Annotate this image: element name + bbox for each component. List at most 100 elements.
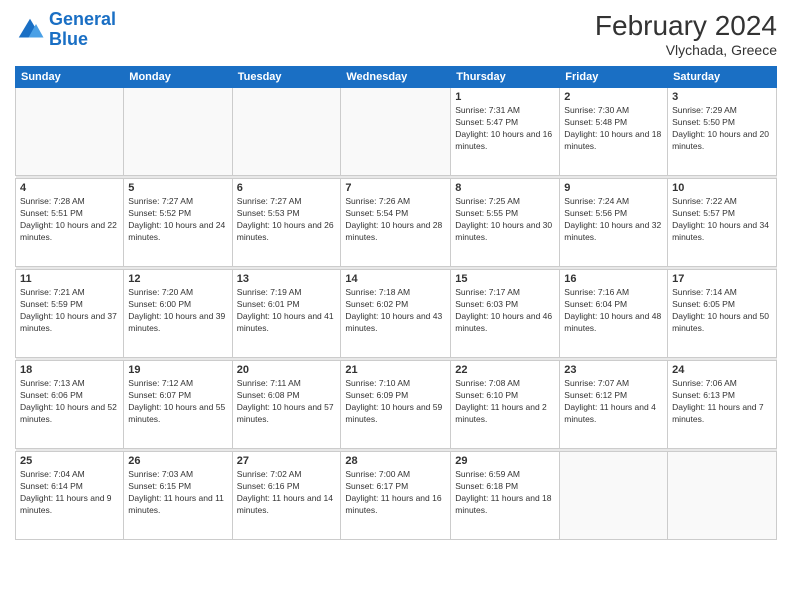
day-number: 28: [345, 455, 446, 467]
day-info: Sunrise: 7:24 AM Sunset: 5:56 PM Dayligh…: [564, 196, 663, 244]
day-number: 20: [237, 364, 337, 376]
calendar-week-1: 1 Sunrise: 7:31 AM Sunset: 5:47 PM Daylig…: [16, 88, 777, 176]
day-number: 8: [455, 182, 555, 194]
day-info: Sunrise: 7:27 AM Sunset: 5:52 PM Dayligh…: [128, 196, 227, 244]
day-number: 29: [455, 455, 555, 467]
calendar-week-4: 18 Sunrise: 7:13 AM Sunset: 6:06 PM Dayli…: [16, 361, 777, 449]
calendar-cell: 27Sunrise: 7:02 AM Sunset: 6:16 PM Dayli…: [232, 452, 341, 540]
day-number: 13: [237, 273, 337, 285]
day-info: Sunrise: 7:13 AM Sunset: 6:06 PM Dayligh…: [20, 378, 119, 426]
day-number: 26: [128, 455, 227, 467]
title-block: February 2024 Vlychada, Greece: [595, 10, 777, 58]
day-number: 18: [20, 364, 119, 376]
month-title: February 2024: [595, 10, 777, 42]
day-info: Sunrise: 7:31 AM Sunset: 5:47 PM Dayligh…: [455, 105, 555, 153]
day-info: Sunrise: 7:20 AM Sunset: 6:00 PM Dayligh…: [128, 287, 227, 335]
calendar-cell: 15Sunrise: 7:17 AM Sunset: 6:03 PM Dayli…: [451, 270, 560, 358]
day-number: 22: [455, 364, 555, 376]
calendar-cell: [668, 452, 777, 540]
day-info: Sunrise: 7:29 AM Sunset: 5:50 PM Dayligh…: [672, 105, 772, 153]
day-number: 25: [20, 455, 119, 467]
day-number: 9: [564, 182, 663, 194]
calendar-body: 1 Sunrise: 7:31 AM Sunset: 5:47 PM Daylig…: [16, 88, 777, 540]
day-number: 11: [20, 273, 119, 285]
calendar-week-5: 25 Sunrise: 7:04 AM Sunset: 6:14 PM Dayli…: [16, 452, 777, 540]
calendar-cell: 3Sunrise: 7:29 AM Sunset: 5:50 PM Daylig…: [668, 88, 777, 176]
location: Vlychada, Greece: [595, 42, 777, 58]
calendar-cell: 19Sunrise: 7:12 AM Sunset: 6:07 PM Dayli…: [124, 361, 232, 449]
calendar-cell: 20Sunrise: 7:11 AM Sunset: 6:08 PM Dayli…: [232, 361, 341, 449]
page: General Blue February 2024 Vlychada, Gre…: [0, 0, 792, 612]
calendar-cell: 5 Sunrise: 7:27 AM Sunset: 5:52 PM Daylig…: [124, 179, 232, 267]
day-info: Sunrise: 7:26 AM Sunset: 5:54 PM Dayligh…: [345, 196, 446, 244]
day-info: Sunrise: 7:30 AM Sunset: 5:48 PM Dayligh…: [564, 105, 663, 153]
calendar-cell: [124, 88, 232, 176]
calendar-cell: [341, 88, 451, 176]
day-number: 15: [455, 273, 555, 285]
day-number: 2: [564, 91, 663, 103]
day-number: 24: [672, 364, 772, 376]
day-info: Sunrise: 7:03 AM Sunset: 6:15 PM Dayligh…: [128, 469, 227, 517]
day-number: 5: [128, 182, 227, 194]
calendar-cell: 14 Sunrise: 7:18 AM Sunset: 6:02 PM Dayli…: [341, 270, 451, 358]
day-number: 21: [345, 364, 446, 376]
calendar-cell: 1 Sunrise: 7:31 AM Sunset: 5:47 PM Daylig…: [451, 88, 560, 176]
col-thursday: Thursday: [451, 67, 560, 88]
calendar-cell: 6 Sunrise: 7:27 AM Sunset: 5:53 PM Daylig…: [232, 179, 341, 267]
logo: General Blue: [15, 10, 116, 50]
calendar-cell: 12 Sunrise: 7:20 AM Sunset: 6:00 PM Dayli…: [124, 270, 232, 358]
calendar-cell: 21Sunrise: 7:10 AM Sunset: 6:09 PM Dayli…: [341, 361, 451, 449]
col-monday: Monday: [124, 67, 232, 88]
day-number: 12: [128, 273, 227, 285]
day-info: Sunrise: 7:21 AM Sunset: 5:59 PM Dayligh…: [20, 287, 119, 335]
calendar-cell: 29 Sunrise: 6:59 AM Sunset: 6:18 PM Dayli…: [451, 452, 560, 540]
header: General Blue February 2024 Vlychada, Gre…: [15, 10, 777, 58]
day-info: Sunrise: 6:59 AM Sunset: 6:18 PM Dayligh…: [455, 469, 555, 517]
calendar-header: Sunday Monday Tuesday Wednesday Thursday…: [16, 67, 777, 88]
day-info: Sunrise: 7:12 AM Sunset: 6:07 PM Dayligh…: [128, 378, 227, 426]
calendar-cell: 16Sunrise: 7:16 AM Sunset: 6:04 PM Dayli…: [560, 270, 668, 358]
calendar-cell: 13 Sunrise: 7:19 AM Sunset: 6:01 PM Dayli…: [232, 270, 341, 358]
calendar-week-2: 4Sunrise: 7:28 AM Sunset: 5:51 PM Daylig…: [16, 179, 777, 267]
calendar-cell: 17 Sunrise: 7:14 AM Sunset: 6:05 PM Dayli…: [668, 270, 777, 358]
calendar-cell: [232, 88, 341, 176]
day-number: 16: [564, 273, 663, 285]
day-info: Sunrise: 7:00 AM Sunset: 6:17 PM Dayligh…: [345, 469, 446, 517]
calendar-week-3: 11 Sunrise: 7:21 AM Sunset: 5:59 PM Dayli…: [16, 270, 777, 358]
calendar-cell: 18 Sunrise: 7:13 AM Sunset: 6:06 PM Dayli…: [16, 361, 124, 449]
calendar-cell: 2 Sunrise: 7:30 AM Sunset: 5:48 PM Daylig…: [560, 88, 668, 176]
day-info: Sunrise: 7:25 AM Sunset: 5:55 PM Dayligh…: [455, 196, 555, 244]
day-info: Sunrise: 7:14 AM Sunset: 6:05 PM Dayligh…: [672, 287, 772, 335]
calendar: Sunday Monday Tuesday Wednesday Thursday…: [15, 66, 777, 540]
day-number: 1: [455, 91, 555, 103]
col-tuesday: Tuesday: [232, 67, 341, 88]
col-wednesday: Wednesday: [341, 67, 451, 88]
col-saturday: Saturday: [668, 67, 777, 88]
day-info: Sunrise: 7:08 AM Sunset: 6:10 PM Dayligh…: [455, 378, 555, 426]
logo-text: General Blue: [49, 10, 116, 50]
day-number: 6: [237, 182, 337, 194]
day-info: Sunrise: 7:06 AM Sunset: 6:13 PM Dayligh…: [672, 378, 772, 426]
day-number: 14: [345, 273, 446, 285]
day-number: 7: [345, 182, 446, 194]
calendar-cell: 23Sunrise: 7:07 AM Sunset: 6:12 PM Dayli…: [560, 361, 668, 449]
day-number: 17: [672, 273, 772, 285]
calendar-cell: 7 Sunrise: 7:26 AM Sunset: 5:54 PM Daylig…: [341, 179, 451, 267]
calendar-cell: [560, 452, 668, 540]
day-info: Sunrise: 7:27 AM Sunset: 5:53 PM Dayligh…: [237, 196, 337, 244]
day-info: Sunrise: 7:18 AM Sunset: 6:02 PM Dayligh…: [345, 287, 446, 335]
col-sunday: Sunday: [16, 67, 124, 88]
day-info: Sunrise: 7:02 AM Sunset: 6:16 PM Dayligh…: [237, 469, 337, 517]
calendar-cell: 26 Sunrise: 7:03 AM Sunset: 6:15 PM Dayli…: [124, 452, 232, 540]
calendar-cell: 22 Sunrise: 7:08 AM Sunset: 6:10 PM Dayli…: [451, 361, 560, 449]
day-info: Sunrise: 7:04 AM Sunset: 6:14 PM Dayligh…: [20, 469, 119, 517]
calendar-cell: 24 Sunrise: 7:06 AM Sunset: 6:13 PM Dayli…: [668, 361, 777, 449]
calendar-cell: 4Sunrise: 7:28 AM Sunset: 5:51 PM Daylig…: [16, 179, 124, 267]
day-info: Sunrise: 7:07 AM Sunset: 6:12 PM Dayligh…: [564, 378, 663, 426]
calendar-cell: 10Sunrise: 7:22 AM Sunset: 5:57 PM Dayli…: [668, 179, 777, 267]
day-info: Sunrise: 7:19 AM Sunset: 6:01 PM Dayligh…: [237, 287, 337, 335]
calendar-cell: 8 Sunrise: 7:25 AM Sunset: 5:55 PM Daylig…: [451, 179, 560, 267]
calendar-cell: 28 Sunrise: 7:00 AM Sunset: 6:17 PM Dayli…: [341, 452, 451, 540]
day-info: Sunrise: 7:22 AM Sunset: 5:57 PM Dayligh…: [672, 196, 772, 244]
logo-icon: [15, 15, 45, 45]
